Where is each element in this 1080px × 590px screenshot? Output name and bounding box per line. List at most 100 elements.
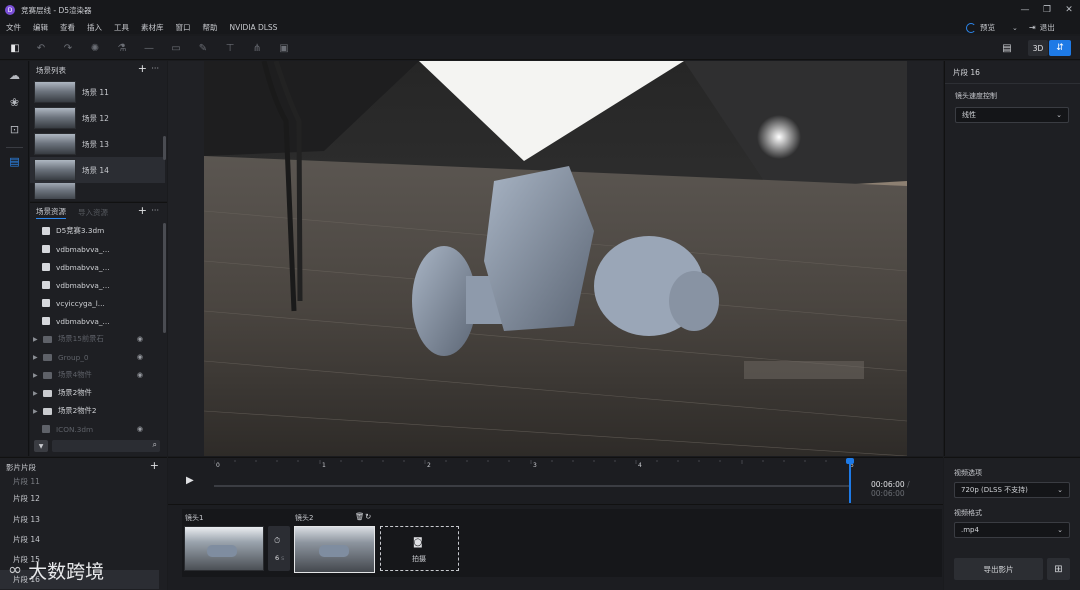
camera-icon[interactable]: ⊡ — [7, 122, 22, 137]
pen-icon[interactable]: ✎ — [196, 41, 210, 55]
restore-button[interactable]: ❐ — [1036, 0, 1058, 20]
expand-arrow-icon[interactable]: ▶ — [33, 372, 39, 379]
expand-arrow-icon[interactable]: ▶ — [33, 336, 39, 343]
scene-item-partial[interactable] — [30, 183, 165, 199]
hidden-eye-icon[interactable]: ◉ — [137, 335, 143, 343]
shot2-thumbnail-selected[interactable] — [294, 526, 375, 573]
exit-button[interactable]: ⇥ 退出 — [1029, 22, 1055, 33]
line-icon[interactable]: — — [142, 41, 156, 55]
add-asset-icon[interactable]: + — [138, 204, 147, 217]
add-to-queue-icon[interactable]: ⊞ — [1047, 558, 1070, 580]
menu-edit[interactable]: 编辑 — [33, 22, 48, 33]
speed-select[interactable]: 线性 ⌄ — [955, 107, 1069, 123]
minimize-button[interactable]: — — [1014, 0, 1036, 20]
asset-search-input[interactable]: ⌕ — [52, 440, 160, 452]
scene-list-scrollbar[interactable] — [163, 136, 166, 160]
shot1-thumbnail[interactable] — [184, 526, 264, 571]
folder-row[interactable]: ▶ 场景2物件2 — [30, 402, 165, 420]
asset-row[interactable]: ICON.3dm ◉ — [30, 420, 165, 438]
asset-row[interactable]: vcyiccyga_l... — [30, 294, 165, 312]
left-rail: ☁ ❀ ⊡ ▤ — [0, 61, 29, 456]
scene-item[interactable]: 场景 13 — [30, 131, 165, 157]
clips-header: 影片片段 + — [0, 458, 167, 476]
menu-library[interactable]: 素材库 — [141, 22, 164, 33]
playhead[interactable] — [849, 460, 851, 503]
expand-arrow-icon[interactable]: ▶ — [33, 408, 39, 415]
menu-dlss[interactable]: NVIDIA DLSS — [230, 23, 278, 32]
more-icon[interactable]: ··· — [151, 64, 159, 73]
asset-label: vcyiccyga_l... — [56, 298, 105, 308]
asset-row[interactable]: vdbmabvva_... — [30, 276, 165, 294]
clip-item[interactable]: 片段 14 — [0, 530, 165, 549]
folder-row[interactable]: ▶ 场景2物件 — [30, 384, 165, 402]
hidden-eye-icon[interactable]: ◉ — [137, 425, 143, 433]
asset-row[interactable]: vdbmabvva_... — [30, 240, 165, 258]
asset-label: vdbmabvva_... — [56, 244, 110, 254]
more-icon[interactable]: ··· — [151, 206, 159, 215]
file-icon — [42, 245, 50, 253]
export-video-button[interactable]: 导出影片 — [954, 558, 1043, 580]
scene-list-panel: 场景列表 + ··· 场景 11 场景 12 场景 13 场景 14 — [30, 61, 167, 201]
menu-file[interactable]: 文件 — [6, 22, 21, 33]
preview-toggle[interactable]: 预览 — [966, 22, 995, 33]
sun-icon[interactable]: ✺ — [88, 41, 102, 55]
expand-arrow-icon[interactable]: ▶ — [33, 354, 39, 361]
format-select[interactable]: .mp4 ⌄ — [954, 522, 1070, 538]
menu-help[interactable]: 帮助 — [203, 22, 218, 33]
rectangle-icon[interactable]: ▭ — [169, 41, 183, 55]
folder-row[interactable]: ▶ Group_0 ◉ — [30, 348, 165, 366]
timeline-track[interactable] — [214, 485, 850, 487]
render-preview[interactable] — [204, 61, 907, 456]
viewport[interactable] — [168, 61, 943, 456]
menu-tools[interactable]: 工具 — [114, 22, 129, 33]
mode-3d-button[interactable]: 3D — [1028, 40, 1048, 56]
refresh-shot-icon[interactable]: ↻ — [365, 512, 371, 521]
panel-toggle-icon[interactable]: ◧ — [8, 41, 22, 55]
playhead-handle[interactable] — [846, 458, 854, 464]
folder-row[interactable]: ▶ 场景15前景石 ◉ — [30, 330, 165, 348]
asset-row[interactable]: vdbmabvva_... — [30, 258, 165, 276]
menu-insert[interactable]: 插入 — [87, 22, 102, 33]
close-button[interactable]: ✕ — [1058, 0, 1080, 20]
assets-scrollbar[interactable] — [163, 223, 166, 333]
scene-item[interactable]: 场景 11 — [30, 79, 165, 105]
tab-import-assets[interactable]: 导入资源 — [78, 207, 108, 218]
gallery-icon[interactable]: ▤ — [1000, 41, 1014, 55]
menu-view[interactable]: 查看 — [60, 22, 75, 33]
list-icon[interactable]: ▤ — [7, 154, 22, 169]
scene-label: 场景 12 — [82, 113, 109, 123]
clip-item[interactable]: 片段 13 — [0, 510, 165, 529]
time-total: 00:06:00 — [871, 489, 905, 498]
preview-chevron-down-icon[interactable]: ⌄ — [1012, 24, 1018, 32]
flask-icon[interactable]: ⚗ — [115, 41, 129, 55]
layer-icon[interactable]: ▣ — [277, 41, 291, 55]
redo-icon[interactable]: ↷ — [61, 41, 75, 55]
capture-shot-button[interactable]: ◙ 拍摄 — [380, 526, 459, 571]
add-clip-icon[interactable]: + — [150, 459, 159, 472]
hidden-eye-icon[interactable]: ◉ — [137, 353, 143, 361]
undo-icon[interactable]: ↶ — [34, 41, 48, 55]
material-icon[interactable]: ❀ — [7, 95, 22, 110]
timeline-ruler[interactable]: 0 1 2 3 4 5 — [214, 460, 854, 474]
transition-duration[interactable]: ⏱ 6 s — [268, 526, 290, 571]
scene-item[interactable]: 场景 12 — [30, 105, 165, 131]
clip-item-partial[interactable]: 片段 11 — [0, 476, 165, 486]
resolution-select[interactable]: 720p (DLSS 不支持) ⌄ — [954, 482, 1070, 498]
delete-shot-icon[interactable]: 🗑 — [355, 512, 365, 521]
add-scene-icon[interactable]: + — [138, 62, 147, 75]
play-button[interactable]: ▶ — [186, 475, 194, 486]
nodes-icon[interactable]: ⋔ — [250, 41, 264, 55]
cloud-icon[interactable]: ☁ — [7, 68, 22, 83]
tab-scene-assets[interactable]: 场景资源 — [36, 206, 66, 219]
paint-roller-icon[interactable]: ⊤ — [223, 41, 237, 55]
hidden-eye-icon[interactable]: ◉ — [137, 371, 143, 379]
asset-row[interactable]: vdbmabvva_... — [30, 312, 165, 330]
asset-row[interactable]: D5竞赛3.3dm — [30, 222, 165, 240]
expand-arrow-icon[interactable]: ▶ — [33, 390, 39, 397]
menu-window[interactable]: 窗口 — [176, 22, 191, 33]
scene-item-selected[interactable]: 场景 14 — [30, 157, 165, 183]
filter-icon[interactable]: ▼ — [34, 440, 48, 452]
folder-row[interactable]: ▶ 场景4物件 ◉ — [30, 366, 165, 384]
clip-item[interactable]: 片段 12 — [0, 489, 165, 508]
video-mode-icon[interactable]: ⇵ — [1049, 40, 1071, 56]
